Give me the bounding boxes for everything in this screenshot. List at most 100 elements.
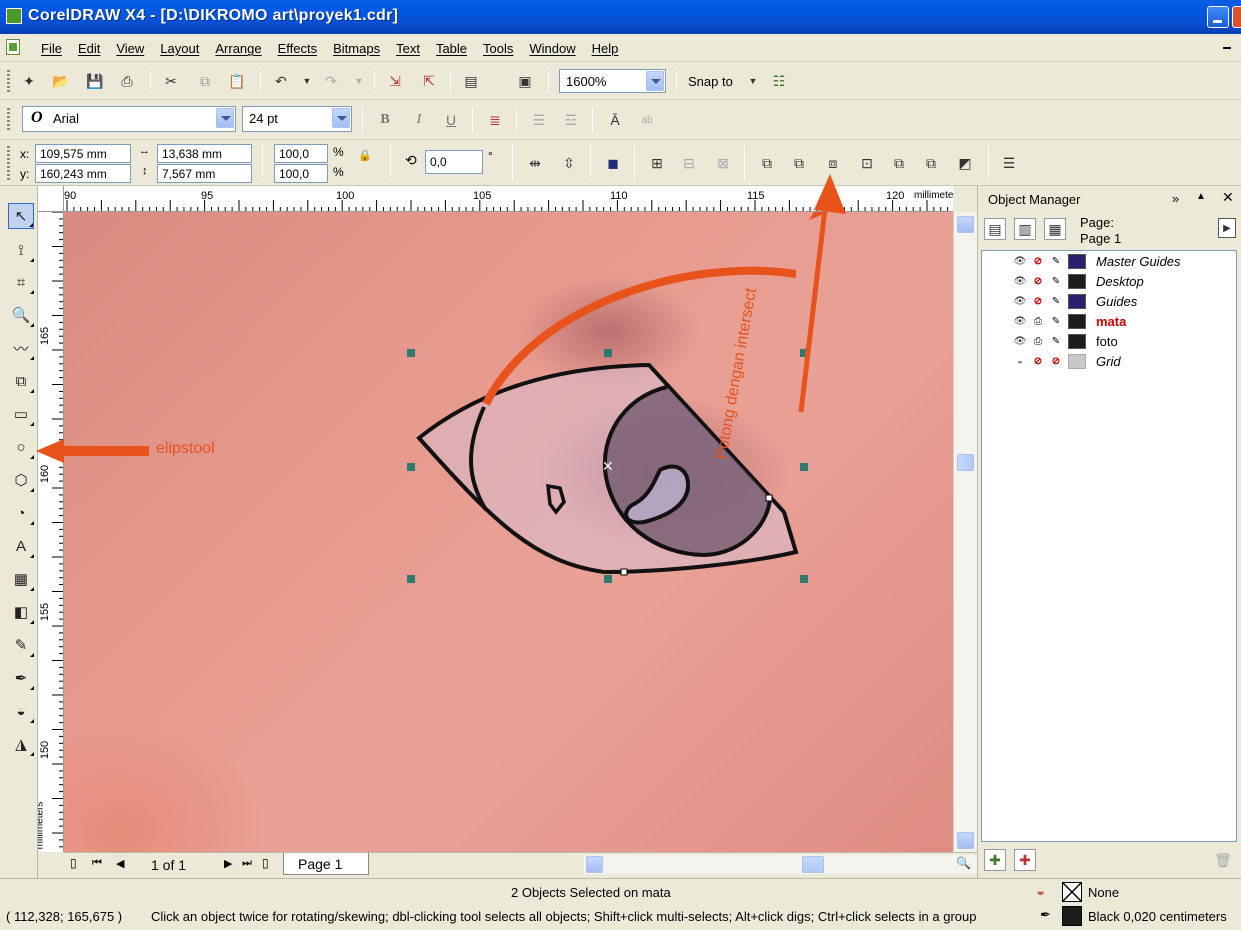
text-align-icon[interactable]: ≣ bbox=[484, 109, 506, 131]
layer-color-swatch[interactable] bbox=[1068, 353, 1086, 369]
first-page-icon[interactable]: ⏮ bbox=[92, 857, 102, 870]
fill-tool-icon[interactable]: ◒ bbox=[8, 698, 34, 724]
basic-shapes-tool-icon[interactable]: ◔ bbox=[8, 500, 34, 526]
menu-view[interactable]: View bbox=[108, 41, 152, 56]
toolbar-grip[interactable] bbox=[7, 146, 10, 182]
eye-icon[interactable]: 👁 bbox=[1012, 314, 1028, 328]
eyedropper-tool-icon[interactable]: ✎ bbox=[8, 632, 34, 658]
rotation-field[interactable]: 0,0 bbox=[425, 150, 483, 174]
layer-row-master-guides[interactable]: 👁 ⊘ ✎ Master Guides bbox=[1012, 251, 1236, 271]
document-icon[interactable] bbox=[6, 39, 20, 55]
undo-icon[interactable]: ↶ bbox=[270, 70, 292, 92]
text-tool-icon[interactable]: A bbox=[8, 533, 34, 559]
undo-dropdown-icon[interactable]: ▼ bbox=[296, 70, 318, 92]
copy-icon[interactable]: ⧉ bbox=[194, 70, 216, 92]
pen-icon[interactable]: ✎ bbox=[1048, 334, 1064, 348]
menu-window[interactable]: Window bbox=[521, 41, 583, 56]
lock-ratio-icon[interactable]: 🔒 bbox=[354, 144, 376, 166]
eye-icon[interactable]: 👁 bbox=[1012, 294, 1028, 308]
layer-row-foto[interactable]: 👁 ⎙ ✎ foto bbox=[1012, 331, 1236, 351]
layer-color-swatch[interactable] bbox=[1068, 313, 1086, 329]
menu-table[interactable]: Table bbox=[428, 41, 475, 56]
rectangle-tool-icon[interactable]: ▭ bbox=[8, 401, 34, 427]
vertical-ruler[interactable]: 165 160 155 150 millimeters bbox=[38, 212, 64, 852]
docker-menu-icon[interactable]: ▶ bbox=[1218, 218, 1236, 238]
drop-cap-icon[interactable]: ☲ bbox=[560, 109, 582, 131]
back-minus-front-icon[interactable]: ⧉ bbox=[920, 152, 942, 174]
new-master-layer-icon[interactable]: ✚ bbox=[1014, 849, 1036, 871]
options-icon[interactable]: ☷ bbox=[768, 70, 790, 92]
character-formatting-icon[interactable]: Ā bbox=[604, 109, 626, 131]
menu-text[interactable]: Text bbox=[388, 41, 428, 56]
ellipse-tool-icon[interactable]: ○ bbox=[8, 434, 34, 460]
group-icon[interactable]: ⊞ bbox=[646, 152, 668, 174]
create-boundary-icon[interactable]: ◩ bbox=[954, 152, 976, 174]
pen-icon[interactable]: ✎ bbox=[1048, 254, 1064, 268]
no-print-icon[interactable]: ⊘ bbox=[1030, 354, 1046, 368]
layer-color-swatch[interactable] bbox=[1068, 273, 1086, 289]
eye-icon[interactable]: 👁 bbox=[1012, 254, 1028, 268]
width-field[interactable]: 13,638 mm bbox=[157, 144, 252, 163]
x-position-field[interactable]: 109,575 mm bbox=[35, 144, 131, 163]
combine-icon[interactable]: ◼ bbox=[602, 152, 624, 174]
font-size-combo[interactable]: 24 pt bbox=[242, 106, 352, 132]
scroll-left-button[interactable] bbox=[586, 856, 603, 873]
edit-text-icon[interactable]: ab bbox=[636, 109, 658, 131]
fill-bucket-icon[interactable]: ◒ bbox=[1036, 883, 1045, 900]
no-print-icon[interactable]: ⊘ bbox=[1030, 294, 1046, 308]
menu-effects[interactable]: Effects bbox=[270, 41, 326, 56]
menu-tools[interactable]: Tools bbox=[475, 41, 521, 56]
freehand-tool-icon[interactable]: 〰 bbox=[8, 335, 34, 361]
snap-dropdown-icon[interactable]: ▼ bbox=[742, 70, 764, 92]
show-properties-icon[interactable]: ▤ bbox=[984, 218, 1006, 240]
next-page-icon[interactable]: ▶ bbox=[224, 857, 232, 870]
chevron-down-icon[interactable] bbox=[332, 108, 350, 128]
pen-icon[interactable]: ✎ bbox=[1048, 274, 1064, 288]
export-icon[interactable]: ⇱ bbox=[418, 70, 440, 92]
printer-icon[interactable]: ⎙ bbox=[1030, 334, 1046, 348]
save-icon[interactable]: 💾 bbox=[84, 70, 106, 92]
expand-icon[interactable]: » bbox=[1172, 191, 1179, 206]
node-handle[interactable] bbox=[620, 568, 628, 576]
shape-tool-icon[interactable]: ⟟ bbox=[8, 237, 34, 263]
front-minus-back-icon[interactable]: ⧉ bbox=[888, 152, 910, 174]
last-page-icon[interactable]: ⏭ bbox=[242, 857, 252, 870]
paste-icon[interactable]: 📋 bbox=[226, 70, 248, 92]
redo-dropdown-icon[interactable]: ▼ bbox=[348, 70, 370, 92]
layer-color-swatch[interactable] bbox=[1068, 333, 1086, 349]
new-layer-icon[interactable]: ✚ bbox=[984, 849, 1006, 871]
add-page-icon[interactable]: ▯ bbox=[70, 856, 77, 870]
vertical-scrollbar[interactable] bbox=[953, 212, 977, 852]
collapse-icon[interactable]: ▲ bbox=[1196, 191, 1206, 202]
layer-color-swatch[interactable] bbox=[1068, 293, 1086, 309]
interactive-blend-tool-icon[interactable]: ◧ bbox=[8, 599, 34, 625]
horizontal-scrollbar[interactable] bbox=[584, 855, 1017, 874]
height-field[interactable]: 7,567 mm bbox=[157, 164, 252, 183]
new-document-icon[interactable]: ✦ bbox=[18, 70, 40, 92]
layer-row-desktop[interactable]: 👁 ⊘ ✎ Desktop bbox=[1012, 271, 1236, 291]
redo-icon[interactable]: ↷ bbox=[320, 70, 342, 92]
italic-button[interactable]: I bbox=[408, 109, 430, 131]
import-icon[interactable]: ⇲ bbox=[384, 70, 406, 92]
underline-button[interactable]: U bbox=[440, 109, 462, 131]
menu-bitmaps[interactable]: Bitmaps bbox=[325, 41, 388, 56]
previous-page-icon[interactable]: ◀ bbox=[116, 857, 124, 870]
application-launcher-icon[interactable]: ▤ bbox=[460, 70, 482, 92]
chevron-down-icon[interactable] bbox=[216, 108, 234, 128]
menu-file[interactable]: File bbox=[33, 41, 70, 56]
crop-tool-icon[interactable]: ⌗ bbox=[8, 269, 34, 295]
fill-none-swatch[interactable] bbox=[1062, 882, 1082, 902]
align-distribute-icon[interactable]: ☰ bbox=[998, 152, 1020, 174]
no-edit-icon[interactable]: ⊘ bbox=[1048, 354, 1064, 368]
delete-icon[interactable]: 🗑 bbox=[1212, 849, 1234, 871]
y-position-field[interactable]: 160,243 mm bbox=[35, 164, 131, 183]
layer-manager-view-icon[interactable]: ▦ bbox=[1044, 218, 1066, 240]
layer-row-guides[interactable]: 👁 ⊘ ✎ Guides bbox=[1012, 291, 1236, 311]
menu-arrange[interactable]: Arrange bbox=[207, 41, 269, 56]
add-page-after-icon[interactable]: ▯ bbox=[262, 856, 269, 870]
drawing-canvas[interactable]: ✕ Potong dengan intersect bbox=[64, 212, 953, 852]
pick-tool-icon[interactable]: ↖ bbox=[8, 203, 34, 229]
outline-color-swatch[interactable] bbox=[1062, 906, 1082, 926]
horizontal-scroll-thumb[interactable] bbox=[802, 856, 824, 873]
font-list-combo[interactable]: O Arial bbox=[22, 106, 236, 132]
